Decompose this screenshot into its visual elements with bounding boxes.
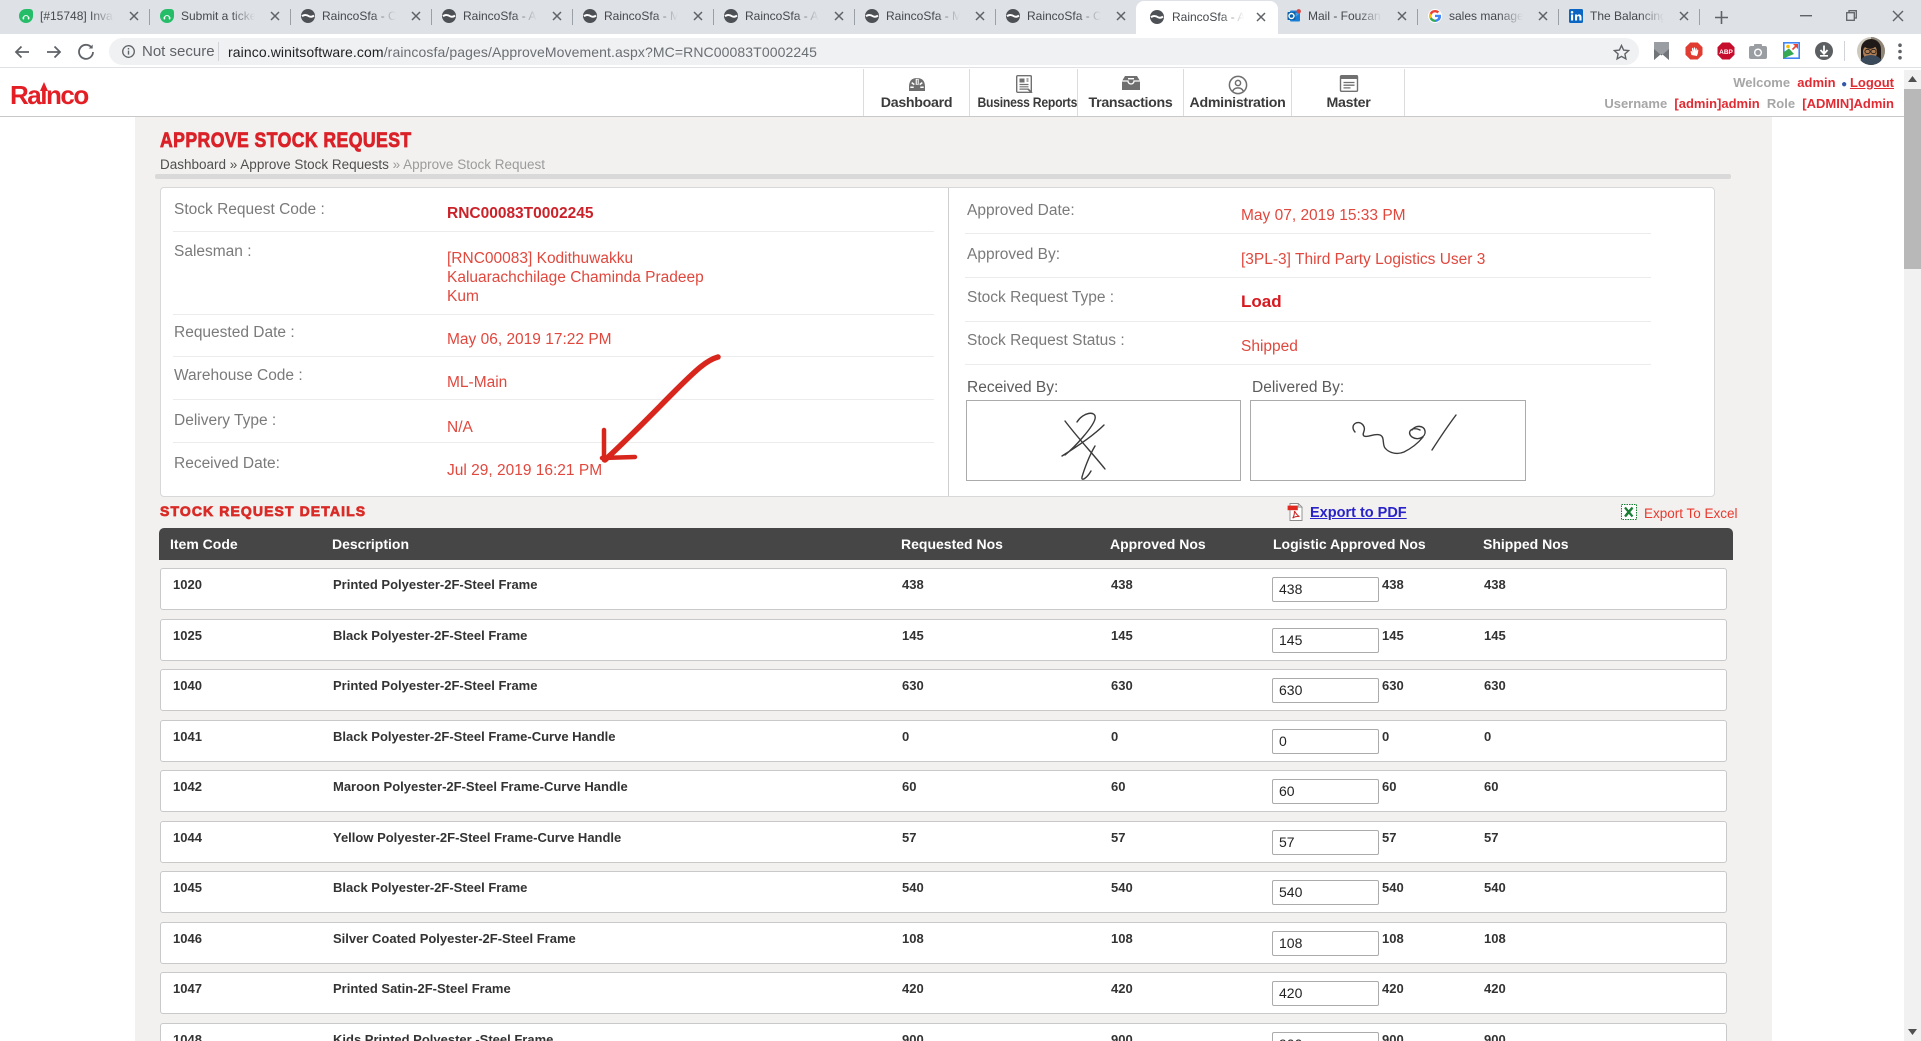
svg-text:ABP: ABP bbox=[1719, 49, 1733, 56]
